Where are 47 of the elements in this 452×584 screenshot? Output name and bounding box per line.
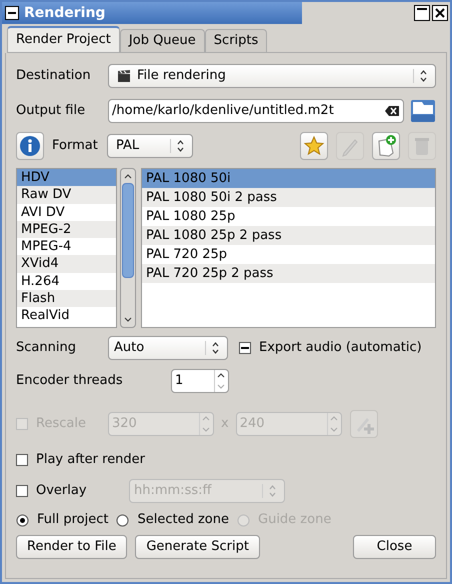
list-item[interactable]: PAL 1080 25p 2 pass <box>142 226 435 245</box>
format-dropdown[interactable]: PAL <box>107 134 193 158</box>
list-item[interactable]: HDV <box>17 169 116 186</box>
list-item[interactable]: PAL 720 25p 2 pass <box>142 264 435 283</box>
list-item[interactable]: XVid4 <box>17 255 116 273</box>
checkbox-label: Export audio (automatic) <box>259 339 422 358</box>
star-icon[interactable] <box>303 135 325 157</box>
radio-button[interactable] <box>16 514 29 526</box>
output-file-field[interactable]: /home/karlo/kdenlive/untitled.m2t <box>108 99 404 123</box>
checkbox-label: Overlay <box>36 482 88 500</box>
list-item[interactable]: MPEG-4 <box>17 238 116 256</box>
field-label: Encoder threads <box>16 372 124 390</box>
checkbox[interactable] <box>239 342 251 354</box>
list-item[interactable]: Raw DV <box>17 186 116 204</box>
window-menu-icon[interactable] <box>4 5 20 21</box>
field-label: Destination <box>16 67 92 86</box>
close-icon[interactable] <box>432 5 448 21</box>
field-label: Scanning <box>16 339 77 358</box>
checkbox[interactable] <box>16 485 28 497</box>
scanning-dropdown[interactable]: Auto <box>108 336 228 360</box>
destination-dropdown[interactable]: File rendering <box>108 64 436 88</box>
checkbox[interactable] <box>16 454 28 466</box>
list-item[interactable]: PAL 1080 50i <box>142 169 435 188</box>
clapperboard-icon <box>117 69 131 83</box>
minimize-icon[interactable] <box>414 5 430 21</box>
list-item[interactable]: PAL 1080 50i 2 pass <box>142 188 435 207</box>
push-button[interactable]: Render to File <box>16 535 128 559</box>
tab[interactable]: Job Queue <box>120 29 205 52</box>
info-button[interactable] <box>16 132 44 160</box>
checkbox-label: Play after render <box>36 451 146 470</box>
clear-icon[interactable] <box>385 106 399 116</box>
window-title: Rendering <box>24 4 106 22</box>
field-label: Format <box>52 137 99 156</box>
list-item[interactable]: Flash <box>17 290 116 308</box>
push-button[interactable]: Generate Script <box>135 535 260 559</box>
radio-button[interactable] <box>116 514 130 526</box>
field-label: Output file <box>16 102 86 120</box>
tab[interactable]: Render Project <box>7 26 120 52</box>
radio-label: Full project <box>37 511 108 530</box>
thread-count-spinbox[interactable]: 1 <box>171 369 229 393</box>
list-item[interactable]: MPEG-2 <box>17 220 116 238</box>
tab[interactable]: Scripts <box>204 29 268 52</box>
info-icon <box>19 135 41 157</box>
radio-label: Selected zone <box>137 511 229 530</box>
push-button[interactable]: Close <box>353 535 436 559</box>
folder-icon[interactable] <box>410 98 436 124</box>
scrollbar[interactable] <box>120 168 136 328</box>
